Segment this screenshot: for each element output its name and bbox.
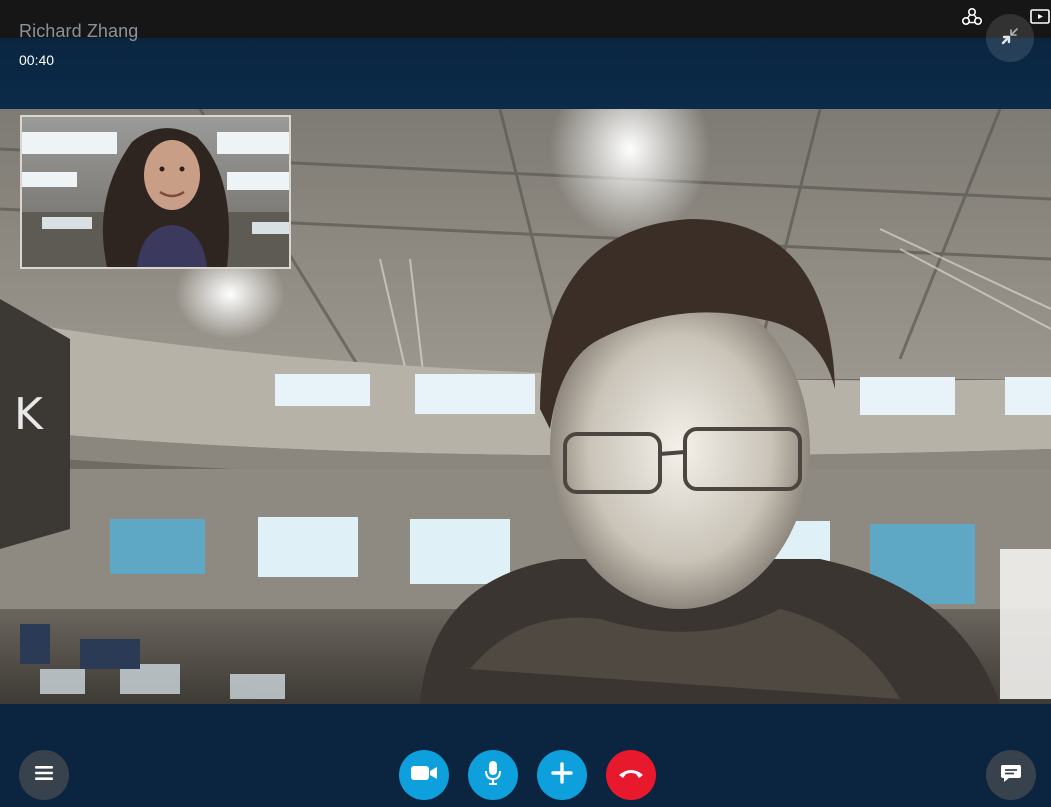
video-toggle-button[interactable] bbox=[399, 750, 449, 800]
menu-button[interactable] bbox=[19, 750, 69, 800]
call-timer: 00:40 bbox=[19, 52, 55, 68]
video-call-window: Richard Zhang 00:40 K bbox=[0, 0, 1051, 807]
collapse-button[interactable] bbox=[986, 14, 1034, 62]
hang-up-button[interactable] bbox=[606, 750, 656, 800]
svg-text:K: K bbox=[14, 389, 44, 440]
video-camera-icon bbox=[410, 764, 438, 787]
collapse-arrows-icon bbox=[999, 25, 1021, 52]
chat-button[interactable] bbox=[986, 750, 1036, 800]
call-controls-bar bbox=[0, 704, 1051, 807]
microphone-toggle-button[interactable] bbox=[468, 750, 518, 800]
menu-icon bbox=[34, 765, 54, 786]
contacts-icon[interactable] bbox=[961, 6, 983, 28]
add-participant-button[interactable] bbox=[537, 750, 587, 800]
picture-in-picture-icon[interactable] bbox=[1029, 6, 1051, 28]
self-video-preview[interactable] bbox=[20, 115, 291, 269]
chat-bubble-icon bbox=[1000, 762, 1022, 789]
call-header bbox=[0, 38, 1051, 109]
hang-up-icon bbox=[617, 766, 645, 785]
caller-name: Richard Zhang bbox=[19, 21, 139, 41]
title-bar bbox=[0, 0, 1051, 38]
microphone-icon bbox=[484, 760, 502, 791]
plus-icon bbox=[551, 761, 573, 789]
